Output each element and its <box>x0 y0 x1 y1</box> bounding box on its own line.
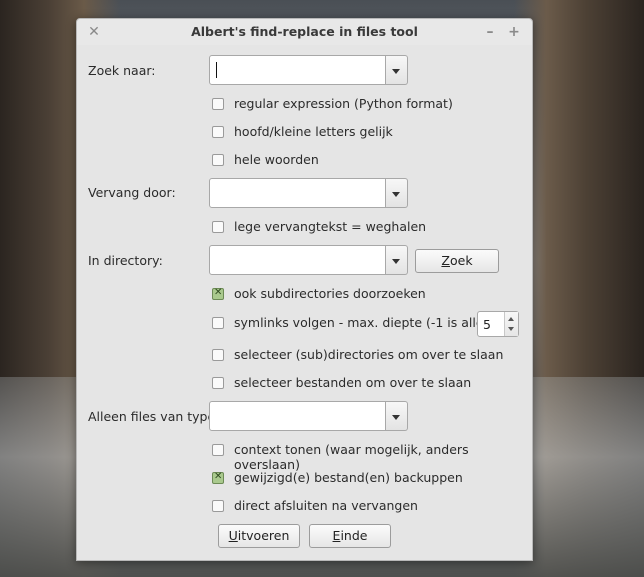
run-mnemonic: U <box>228 528 238 543</box>
browse-label: oek <box>450 253 473 268</box>
skip-files-label: selecteer bestanden om over te slaan <box>234 375 472 390</box>
quit-button[interactable]: Einde <box>309 524 391 548</box>
empty-replace-checkbox[interactable] <box>212 221 224 233</box>
whole-words-checkbox[interactable] <box>212 154 224 166</box>
directory-input[interactable] <box>209 245 386 275</box>
regex-checkbox[interactable] <box>212 98 224 110</box>
search-input[interactable] <box>209 55 386 85</box>
search-label: Zoek naar: <box>88 63 156 78</box>
filetype-input[interactable] <box>209 401 386 431</box>
filetype-dropdown-button[interactable] <box>386 401 408 431</box>
titlebar[interactable]: ✕ Albert's find-replace in files tool – … <box>77 19 532 45</box>
directory-dropdown-button[interactable] <box>386 245 408 275</box>
search-dropdown-button[interactable] <box>386 55 408 85</box>
directory-label: In directory: <box>88 253 163 268</box>
subdirs-checkbox[interactable] <box>212 287 224 300</box>
case-label: hoofd/kleine letters gelijk <box>234 124 393 139</box>
backup-checkbox[interactable] <box>212 471 224 484</box>
case-checkbox[interactable] <box>212 126 224 138</box>
skip-dirs-label: selecteer (sub)directories om over te sl… <box>234 347 504 362</box>
skip-dirs-checkbox[interactable] <box>212 349 224 361</box>
spin-down-icon[interactable] <box>508 327 514 331</box>
backup-label: gewijzigd(e) bestand(en) backuppen <box>234 470 463 485</box>
depth-value: 5 <box>483 317 491 332</box>
subdirs-label: ook subdirectories doorzoeken <box>234 286 426 301</box>
context-checkbox[interactable] <box>212 444 224 456</box>
regex-label: regular expression (Python format) <box>234 96 453 111</box>
depth-spin-buttons[interactable] <box>504 312 518 336</box>
close-after-checkbox[interactable] <box>212 500 224 512</box>
replace-dropdown-button[interactable] <box>386 178 408 208</box>
empty-replace-label: lege vervangtekst = weghalen <box>234 219 427 234</box>
replace-input[interactable] <box>209 178 386 208</box>
skip-files-checkbox[interactable] <box>212 377 224 389</box>
context-label: context tonen (waar mogelijk, anders ove… <box>234 442 469 472</box>
run-button[interactable]: Uitvoeren <box>218 524 300 548</box>
find-replace-window: ✕ Albert's find-replace in files tool – … <box>76 18 533 561</box>
replace-label: Vervang door: <box>88 185 176 200</box>
maximize-icon[interactable]: + <box>505 22 523 42</box>
depth-spinbox[interactable]: 5 <box>477 311 519 337</box>
whole-words-label: hele woorden <box>234 152 319 167</box>
filetype-label: Alleen files van type: <box>88 409 220 424</box>
symlinks-checkbox[interactable] <box>212 317 224 329</box>
symlinks-label: symlinks volgen - max. diepte (-1 is all… <box>234 315 500 330</box>
run-label: itvoeren <box>237 528 290 543</box>
minimize-icon[interactable]: – <box>481 22 499 42</box>
browse-button[interactable]: Zoek <box>415 249 499 273</box>
window-title: Albert's find-replace in files tool <box>191 24 418 39</box>
text-caret <box>216 62 217 78</box>
close-after-label: direct afsluiten na vervangen <box>234 498 418 513</box>
browse-mnemonic: Z <box>441 253 450 268</box>
quit-label: inde <box>340 528 368 543</box>
spin-up-icon[interactable] <box>508 317 514 321</box>
